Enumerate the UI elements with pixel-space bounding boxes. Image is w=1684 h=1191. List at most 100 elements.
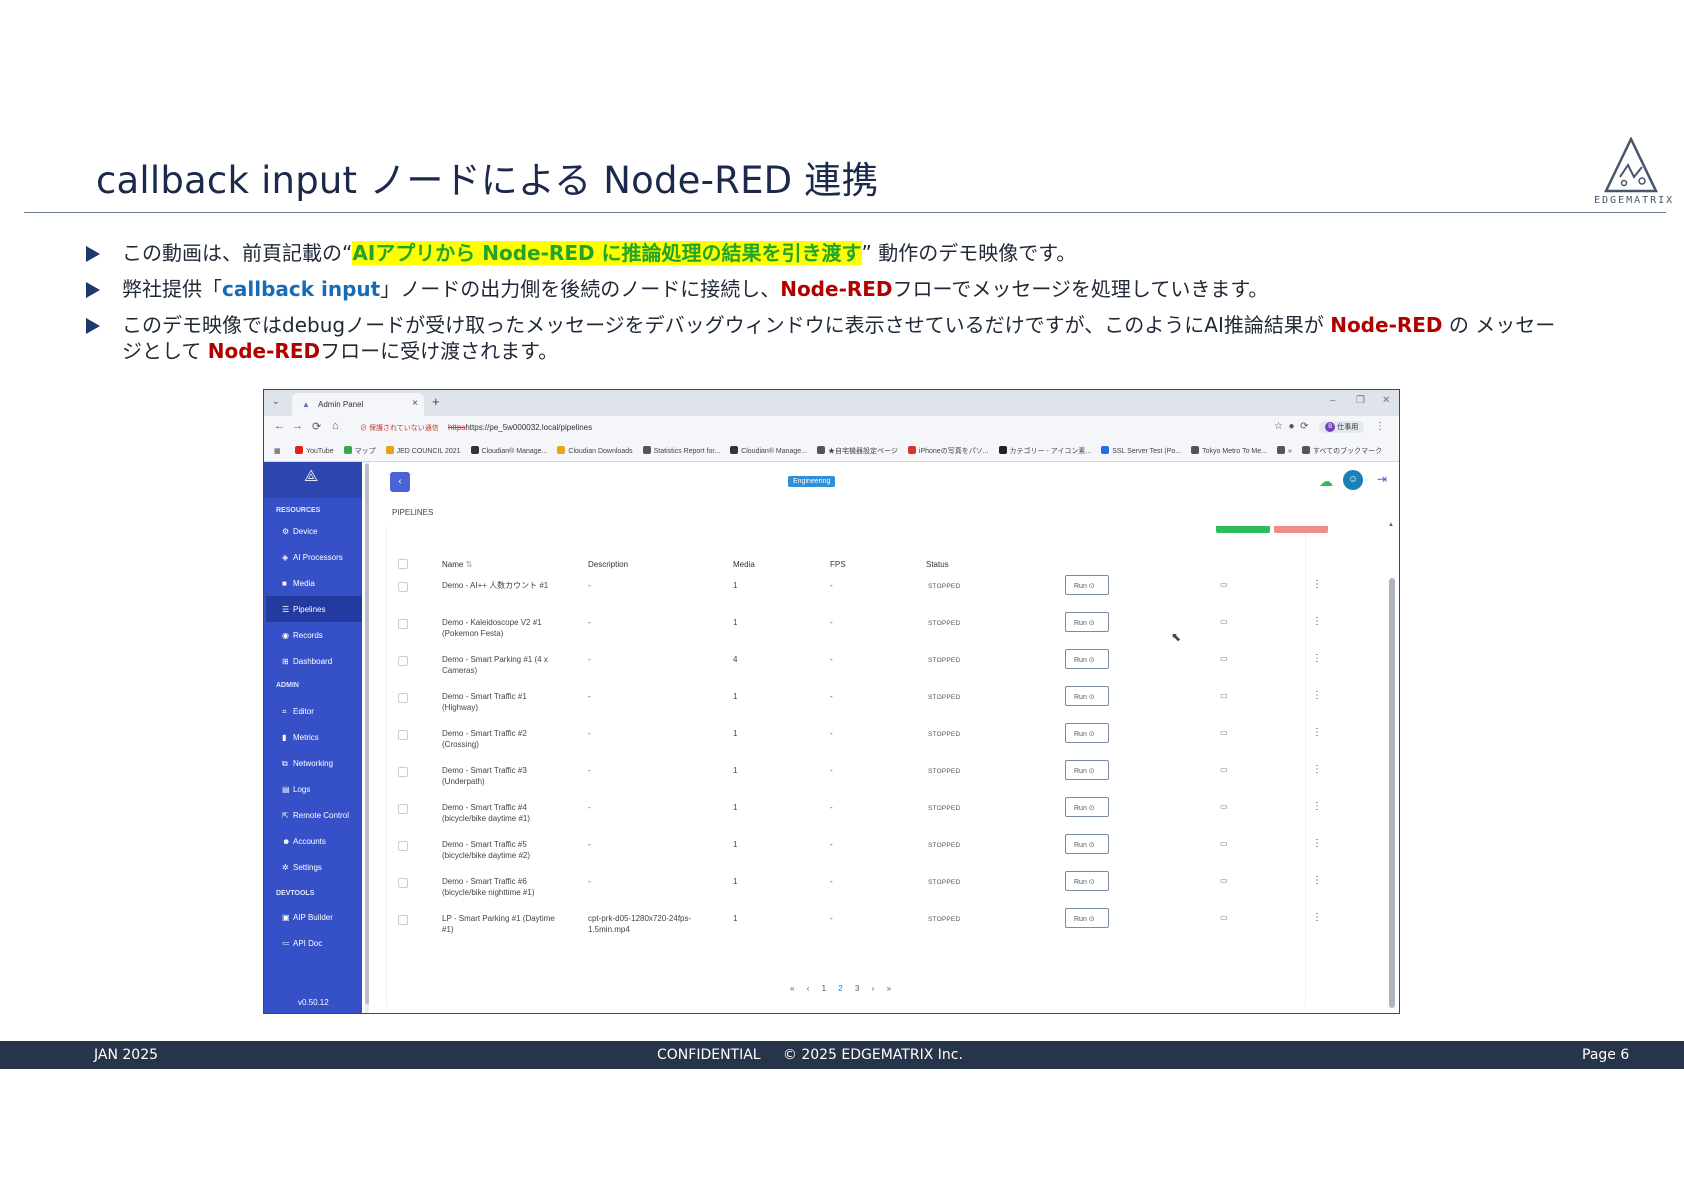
bookmark-item[interactable]: Cloudian® Manage... <box>470 446 547 455</box>
row-checkbox[interactable] <box>398 767 408 777</box>
row-menu-icon[interactable]: ⋮ <box>1312 801 1322 812</box>
run-button[interactable]: Run ⊙ <box>1065 649 1109 669</box>
sidebar-item-api-doc[interactable]: ≔ API Doc <box>266 930 362 956</box>
pipeline-name[interactable]: Demo - Smart Traffic #4 (bicycle/bike day… <box>442 802 572 824</box>
run-button[interactable]: Run ⊙ <box>1065 612 1109 632</box>
row-menu-icon[interactable]: ⋮ <box>1312 727 1322 738</box>
bookmark-item[interactable]: JED COUNCIL 2021 <box>385 446 461 455</box>
sidebar-item-device[interactable]: ⚙ Device <box>266 518 362 544</box>
pipeline-name[interactable]: Demo - Smart Traffic #3 (Underpath) <box>442 765 572 787</box>
run-button[interactable]: Run ⊙ <box>1065 575 1109 595</box>
bookmark-item[interactable]: すべてのブックマーク <box>1301 446 1382 456</box>
bookmark-star-icon[interactable]: ☆ <box>1274 421 1283 432</box>
sort-icon[interactable]: ⇅ <box>466 560 473 569</box>
bookmark-item[interactable]: Statistics Report for... <box>642 446 720 455</box>
column-header-name[interactable]: Name ⇅ <box>442 560 472 569</box>
row-checkbox[interactable] <box>398 804 408 814</box>
reload-icon[interactable]: ⟳ <box>312 420 321 433</box>
row-menu-icon[interactable]: ⋮ <box>1312 690 1322 701</box>
row-checkbox[interactable] <box>398 619 408 629</box>
tab-list-chevron-icon[interactable]: ⌄ <box>272 396 280 407</box>
bookmark-item[interactable]: SSL Server Test (Po... <box>1101 446 1181 455</box>
bookmark-item[interactable]: Cloudian Downloads <box>557 446 633 455</box>
page-2-button[interactable]: 2 <box>838 984 842 993</box>
pipeline-name[interactable]: Demo - Smart Traffic #1 (Highway) <box>442 691 572 713</box>
sidebar-item-accounts[interactable]: ☻ Accounts <box>266 828 362 854</box>
row-checkbox[interactable] <box>398 656 408 666</box>
window-close-icon[interactable]: ✕ <box>1382 395 1390 406</box>
prev-page-button[interactable]: ‹ <box>807 984 810 993</box>
pipeline-name[interactable]: Demo - Smart Traffic #6 (bicycle/bike nig… <box>442 876 572 898</box>
apps-grid-icon[interactable]: ▦ <box>274 447 281 455</box>
maximize-icon[interactable]: ❐ <box>1356 395 1365 406</box>
collapse-sidebar-button[interactable]: ‹ <box>390 472 410 492</box>
logout-icon[interactable]: ⇥ <box>1377 472 1387 486</box>
sidebar-item-records[interactable]: ◉ Records <box>266 622 362 648</box>
sidebar-item-networking[interactable]: ⧉ Networking <box>266 750 362 776</box>
bookmark-item[interactable]: iPhoneの写真をパソ... <box>907 446 989 456</box>
pipeline-name[interactable]: Demo - Kaleidoscope V2 #1 (Pokemon Festa) <box>442 617 572 639</box>
bookmark-item[interactable]: マップ <box>343 446 376 456</box>
row-checkbox[interactable] <box>398 915 408 925</box>
sidebar-item-logs[interactable]: ▤ Logs <box>266 776 362 802</box>
delete-pipeline-button[interactable] <box>1274 526 1328 533</box>
pipeline-name[interactable]: Demo - Smart Traffic #5 (bicycle/bike day… <box>442 839 572 861</box>
bookmark-item[interactable]: カテゴリー - アイコン素... <box>998 446 1091 456</box>
record-toggle-icon[interactable]: ▭ <box>1220 839 1228 848</box>
pipeline-name[interactable]: LP - Smart Parking #1 (Daytime #1) <box>442 913 572 935</box>
sidebar-item-aip-builder[interactable]: ▣ AIP Builder <box>266 904 362 930</box>
row-menu-icon[interactable]: ⋮ <box>1312 616 1322 627</box>
cloud-status-icon[interactable]: ☁ <box>1319 473 1333 490</box>
record-toggle-icon[interactable]: ▭ <box>1220 580 1228 589</box>
record-toggle-icon[interactable]: ▭ <box>1220 765 1228 774</box>
sidebar-item-ai-processors[interactable]: ◈ AI Processors <box>266 544 362 570</box>
browser-tab[interactable]: ▲ Admin Panel × <box>292 393 424 416</box>
sidebar-item-media[interactable]: ■ Media <box>266 570 362 596</box>
add-pipeline-button[interactable] <box>1216 526 1270 533</box>
sidebar-scrollbar[interactable] <box>365 462 369 1013</box>
run-button[interactable]: Run ⊙ <box>1065 871 1109 891</box>
bookmark-item[interactable]: Tokyo Metro To Me... <box>1191 446 1267 455</box>
forward-icon[interactable]: → <box>292 420 303 432</box>
main-scrollbar[interactable]: ▲ <box>1388 522 1396 1012</box>
page-3-button[interactable]: 3 <box>855 984 859 993</box>
sidebar-item-dashboard[interactable]: ⊞ Dashboard <box>266 648 362 674</box>
sidebar-item-settings[interactable]: ✲ Settings <box>266 854 362 880</box>
bookmark-item[interactable]: Cloudian® Manage... <box>730 446 807 455</box>
row-menu-icon[interactable]: ⋮ <box>1312 764 1322 775</box>
sync-icon[interactable]: ⟳ <box>1300 421 1308 432</box>
home-icon[interactable]: ⌂ <box>332 420 339 432</box>
bookmark-item[interactable]: » <box>1276 446 1292 455</box>
bookmark-item[interactable]: ★自宅機器設定ページ <box>817 446 898 456</box>
record-toggle-icon[interactable]: ▭ <box>1220 728 1228 737</box>
select-all-checkbox[interactable] <box>398 559 408 569</box>
row-checkbox[interactable] <box>398 730 408 740</box>
row-checkbox[interactable] <box>398 841 408 851</box>
row-checkbox[interactable] <box>398 878 408 888</box>
minimize-icon[interactable]: – <box>1330 395 1336 406</box>
close-tab-icon[interactable]: × <box>412 398 418 409</box>
browser-menu-icon[interactable]: ⋮ <box>1375 421 1385 432</box>
last-page-button[interactable]: » <box>887 984 891 993</box>
next-page-button[interactable]: › <box>872 984 875 993</box>
security-warning[interactable]: ⊘ 保護されていない通信 <box>360 423 439 433</box>
url-field[interactable]: httpshttps://pe_5w000032.local/pipelines <box>448 423 592 432</box>
run-button[interactable]: Run ⊙ <box>1065 908 1109 928</box>
pipeline-name[interactable]: Demo - Smart Parking #1 (4 x Cameras) <box>442 654 572 676</box>
bookmark-item[interactable]: YouTube <box>295 446 334 455</box>
record-toggle-icon[interactable]: ▭ <box>1220 691 1228 700</box>
run-button[interactable]: Run ⊙ <box>1065 723 1109 743</box>
row-menu-icon[interactable]: ⋮ <box>1312 579 1322 590</box>
new-tab-icon[interactable]: + <box>432 394 440 409</box>
record-toggle-icon[interactable]: ▭ <box>1220 802 1228 811</box>
first-page-button[interactable]: « <box>790 984 794 993</box>
row-menu-icon[interactable]: ⋮ <box>1312 838 1322 849</box>
extension-icon[interactable]: ● <box>1288 421 1294 432</box>
run-button[interactable]: Run ⊙ <box>1065 797 1109 817</box>
run-button[interactable]: Run ⊙ <box>1065 686 1109 706</box>
user-avatar-icon[interactable]: ☺ <box>1343 470 1363 490</box>
sidebar-item-editor[interactable]: ⌗ Editor <box>266 698 362 724</box>
record-toggle-icon[interactable]: ▭ <box>1220 654 1228 663</box>
back-icon[interactable]: ← <box>274 420 285 432</box>
profile-button[interactable]: B 仕事用 <box>1319 421 1365 434</box>
